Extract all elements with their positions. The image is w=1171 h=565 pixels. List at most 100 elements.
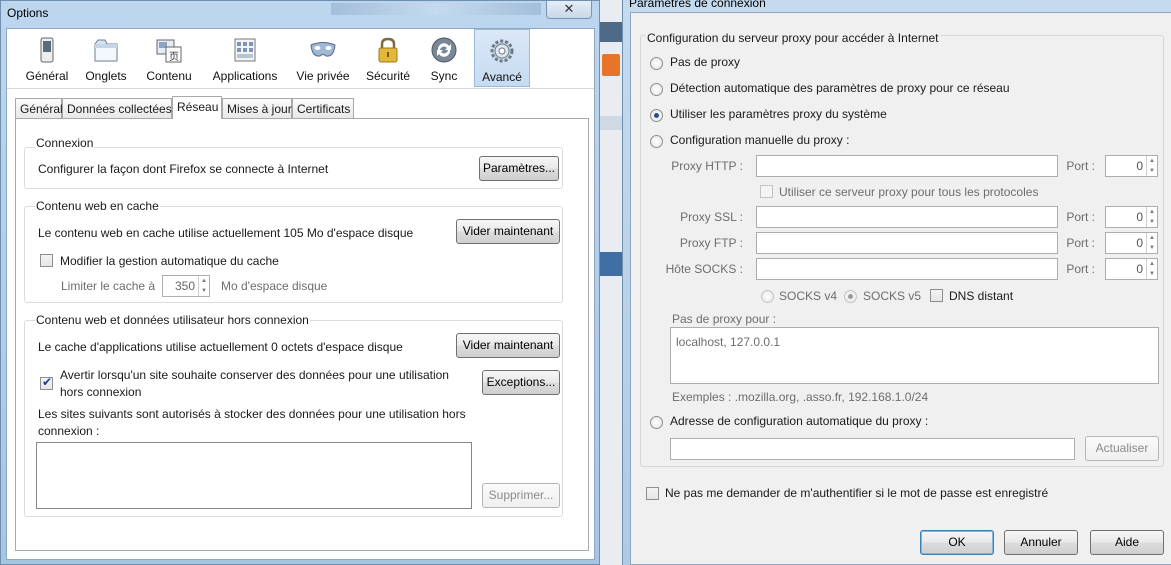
manual-proxy-radio[interactable] bbox=[650, 135, 663, 148]
tab-data-collected[interactable]: Données collectées bbox=[62, 98, 172, 118]
ssl-proxy-input[interactable] bbox=[756, 206, 1058, 228]
remote-dns-checkbox[interactable] bbox=[930, 289, 943, 302]
remove-site-button[interactable]: Supprimer... bbox=[482, 483, 560, 508]
tab-general[interactable]: Général bbox=[15, 98, 63, 118]
exceptions-button[interactable]: Exceptions... bbox=[482, 370, 560, 395]
category-tabs[interactable]: Onglets bbox=[81, 29, 131, 87]
connection-settings-window: Paramètres de connexion Configuration du… bbox=[622, 0, 1171, 565]
reload-button[interactable]: Actualiser bbox=[1085, 436, 1159, 461]
http-proxy-label: Proxy HTTP : bbox=[671, 159, 743, 173]
socks-v4-radio[interactable] bbox=[761, 290, 774, 303]
spinner-arrows-icon[interactable]: ▲ ▼ bbox=[1146, 156, 1157, 176]
category-label: Avancé bbox=[482, 70, 522, 84]
cache-usage-text: Le contenu web en cache utilise actuelle… bbox=[38, 226, 414, 240]
cache-limit-value: 350 bbox=[174, 279, 195, 293]
ok-button[interactable]: OK bbox=[920, 530, 994, 555]
cancel-button[interactable]: Annuler bbox=[1004, 530, 1078, 555]
socks-port-label: Port : bbox=[1066, 262, 1095, 276]
no-proxy-label: Pas de proxy bbox=[670, 55, 741, 69]
override-cache-checkbox[interactable] bbox=[40, 254, 53, 267]
lock-icon bbox=[378, 37, 398, 63]
background-browser-strip bbox=[600, 0, 624, 565]
connection-window-title: Paramètres de connexion bbox=[629, 0, 766, 10]
close-button[interactable]: ✕ bbox=[546, 1, 592, 19]
category-toolbar: Général Onglets 页 Contenu Applications V… bbox=[7, 29, 594, 89]
category-applications[interactable]: Applications bbox=[207, 29, 283, 87]
content-icon: 页 bbox=[156, 39, 182, 63]
no-proxy-example: Exemples : .mozilla.org, .asso.fr, 192.1… bbox=[672, 390, 929, 404]
clear-cache-button[interactable]: Vider maintenant bbox=[456, 219, 560, 244]
warn-offline-checkbox[interactable] bbox=[40, 375, 53, 390]
system-proxy-label: Utiliser les paramètres proxy du système bbox=[670, 107, 887, 121]
connection-description: Configurer la façon dont Firefox se conn… bbox=[38, 162, 329, 176]
http-port-spinner[interactable]: 0 ▲ ▼ bbox=[1105, 155, 1158, 177]
spinner-arrows-icon[interactable]: ▲ ▼ bbox=[198, 276, 209, 296]
ftp-port-spinner[interactable]: 0 ▲ ▼ bbox=[1105, 232, 1158, 254]
ssl-port-spinner[interactable]: 0 ▲ ▼ bbox=[1105, 206, 1158, 228]
cache-limit-spinner[interactable]: 350 ▲ ▼ bbox=[162, 275, 210, 297]
app-cache-usage-text: Le cache d'applications utilise actuelle… bbox=[38, 340, 403, 354]
proxy-config-group-title: Configuration du serveur proxy pour accé… bbox=[645, 31, 941, 45]
rss-icon bbox=[602, 54, 620, 76]
socks-v5-label: SOCKS v5 bbox=[863, 289, 922, 303]
no-proxy-textarea[interactable]: localhost, 127.0.0.1 bbox=[670, 327, 1159, 384]
spinner-arrows-icon[interactable]: ▲ ▼ bbox=[1146, 233, 1157, 253]
spinner-arrows-icon[interactable]: ▲ ▼ bbox=[1146, 207, 1157, 227]
category-label: Sécurité bbox=[365, 69, 411, 83]
auto-config-url-input[interactable] bbox=[670, 438, 1075, 460]
allowed-sites-text-line1: Les sites suivants sont autorisés à stoc… bbox=[38, 407, 466, 421]
switch-icon bbox=[40, 37, 54, 63]
no-auth-label: Ne pas me demander de m'authentifier si … bbox=[665, 486, 1049, 500]
options-window-title: Options bbox=[7, 6, 49, 20]
svg-text:页: 页 bbox=[169, 51, 179, 63]
cache-group-title: Contenu web en cache bbox=[35, 199, 160, 213]
manual-proxy-label: Configuration manuelle du proxy : bbox=[670, 133, 850, 147]
auto-detect-radio[interactable] bbox=[650, 83, 663, 96]
category-sync[interactable]: Sync bbox=[421, 29, 467, 87]
tab-network[interactable]: Réseau bbox=[172, 96, 222, 119]
remote-dns-label: DNS distant bbox=[949, 289, 1014, 303]
auto-detect-label: Détection automatique des paramètres de … bbox=[670, 81, 1010, 95]
category-advanced[interactable]: Avancé bbox=[474, 29, 530, 87]
http-port-value: 0 bbox=[1136, 159, 1143, 173]
socks-v4-label: SOCKS v4 bbox=[779, 289, 838, 303]
no-proxy-value: localhost, 127.0.0.1 bbox=[676, 335, 781, 349]
no-proxy-radio[interactable] bbox=[650, 57, 663, 70]
no-auth-checkbox[interactable] bbox=[646, 487, 659, 500]
allowed-sites-list[interactable] bbox=[36, 442, 472, 509]
applications-icon bbox=[234, 38, 256, 62]
auto-config-radio[interactable] bbox=[650, 416, 663, 429]
tab-certificates[interactable]: Certificats bbox=[292, 98, 354, 118]
connection-group-title: Connexion bbox=[35, 136, 95, 150]
socks-port-value: 0 bbox=[1136, 262, 1143, 276]
socks-host-input[interactable] bbox=[756, 258, 1058, 280]
category-content[interactable]: 页 Contenu bbox=[141, 29, 197, 87]
ftp-port-value: 0 bbox=[1136, 236, 1143, 250]
category-label: Général bbox=[25, 69, 69, 83]
share-proxy-label: Utiliser ce serveur proxy pour tous les … bbox=[779, 185, 1039, 199]
socks-port-spinner[interactable]: 0 ▲ ▼ bbox=[1105, 258, 1158, 280]
spinner-arrows-icon[interactable]: ▲ ▼ bbox=[1146, 259, 1157, 279]
clear-app-cache-button[interactable]: Vider maintenant bbox=[456, 333, 560, 358]
share-proxy-checkbox[interactable] bbox=[760, 185, 773, 198]
ssl-port-value: 0 bbox=[1136, 210, 1143, 224]
category-general[interactable]: Général bbox=[21, 29, 73, 87]
help-button[interactable]: Aide bbox=[1090, 530, 1164, 555]
ssl-port-label: Port : bbox=[1066, 210, 1095, 224]
ftp-proxy-input[interactable] bbox=[756, 232, 1058, 254]
http-proxy-input[interactable] bbox=[756, 155, 1058, 177]
no-proxy-for-label: Pas de proxy pour : bbox=[672, 312, 777, 326]
background-bar bbox=[600, 22, 624, 42]
tab-updates[interactable]: Mises à jour bbox=[222, 98, 292, 118]
connection-settings-button[interactable]: Paramètres... bbox=[479, 156, 559, 181]
system-proxy-radio[interactable] bbox=[650, 109, 663, 122]
socks-v5-radio[interactable] bbox=[844, 290, 857, 303]
cache-limit-unit: Mo d'espace disque bbox=[221, 279, 328, 293]
options-window: Options ✕ Général Onglets 页 Contenu Appl… bbox=[0, 0, 600, 565]
ftp-proxy-label: Proxy FTP : bbox=[679, 236, 743, 250]
gear-icon bbox=[490, 39, 514, 63]
category-security[interactable]: Sécurité bbox=[361, 29, 415, 87]
category-label: Vie privée bbox=[296, 69, 350, 83]
override-cache-label: Modifier la gestion automatique du cache bbox=[60, 254, 279, 268]
category-privacy[interactable]: Vie privée bbox=[291, 29, 355, 87]
